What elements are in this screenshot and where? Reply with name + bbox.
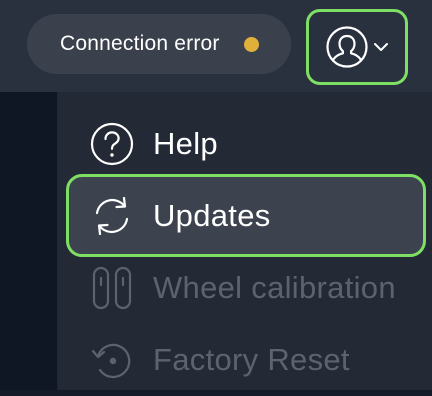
menu-item-label: Updates: [153, 197, 271, 233]
help-icon: [90, 122, 134, 166]
factory-reset-icon: [91, 343, 131, 379]
menu-item-label: Wheel calibration: [153, 270, 396, 305]
connection-status-pill[interactable]: Connection error: [27, 14, 291, 74]
background-panel: [0, 92, 58, 390]
menu-item-label: Factory Reset: [153, 342, 350, 377]
menu-item-label: Help: [153, 126, 218, 161]
user-menu-button[interactable]: [306, 9, 408, 85]
wheel-calibration-icon: [92, 266, 132, 310]
menu-item-updates[interactable]: Updates: [66, 174, 426, 257]
menu-item-factory-reset[interactable]: Factory Reset: [58, 324, 432, 396]
menu-item-help[interactable]: Help: [58, 108, 432, 180]
chevron-down-icon: [374, 43, 388, 51]
refresh-icon: [95, 196, 129, 235]
dropdown-menu: Help Updates Wheel calibration Factory R…: [58, 92, 432, 390]
menu-item-wheel-calibration[interactable]: Wheel calibration: [58, 252, 432, 324]
status-indicator-dot: [244, 37, 259, 52]
user-icon: [326, 26, 368, 68]
connection-status-text: Connection error: [60, 32, 220, 55]
